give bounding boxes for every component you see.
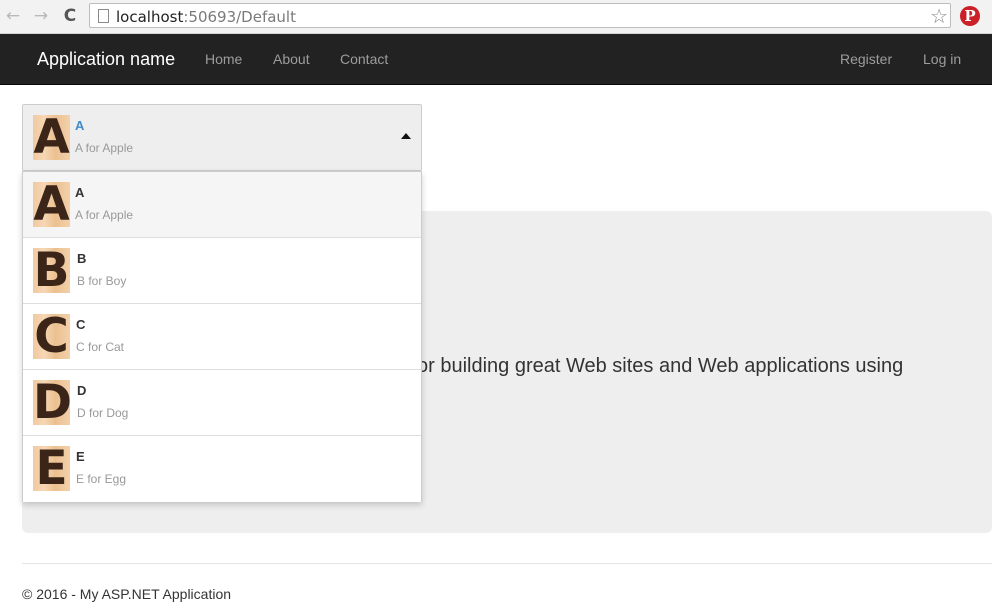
- jumbotron-lead-text: or building great Web sites and Web appl…: [417, 355, 904, 377]
- nav-link-register[interactable]: Register: [840, 51, 892, 67]
- bookmark-star-icon[interactable]: ☆: [930, 4, 948, 28]
- letter-tile-glyph: A: [33, 115, 70, 160]
- letter-tile-glyph: A: [33, 182, 70, 227]
- brand-link[interactable]: Application name: [37, 49, 175, 70]
- letter-tile-glyph: B: [33, 248, 70, 293]
- letter-tile-glyph: D: [33, 380, 70, 425]
- letter-tile-glyph: E: [35, 446, 68, 491]
- nav-link-login[interactable]: Log in: [923, 51, 961, 67]
- option-title: C: [76, 317, 86, 332]
- selected-option-title: A: [75, 118, 85, 133]
- option-subtitle: B for Boy: [77, 274, 127, 288]
- dropdown-option-d[interactable]: D D D for Dog: [23, 370, 421, 436]
- dropdown-option-e[interactable]: E E E for Egg: [23, 436, 421, 502]
- dropdown-option-c[interactable]: C C C for Cat: [23, 304, 421, 370]
- option-subtitle: A for Apple: [75, 208, 134, 222]
- url-host: localhost: [116, 8, 184, 26]
- letter-tile-image: D: [33, 380, 70, 425]
- letter-tile-image: E: [33, 446, 70, 491]
- letter-tile-image: B: [33, 248, 70, 293]
- option-subtitle: E for Egg: [76, 472, 127, 486]
- browser-toolbar: ← → C localhost:50693/Default ☆ P: [0, 0, 992, 34]
- reload-icon[interactable]: C: [60, 6, 80, 26]
- letter-tile-image: A: [33, 182, 70, 227]
- nav-link-about[interactable]: About: [273, 51, 310, 67]
- top-navbar: Application name Home About Contact Regi…: [0, 34, 992, 85]
- alphabet-select[interactable]: A A A for Apple: [22, 104, 422, 171]
- letter-tile-glyph: C: [34, 314, 69, 359]
- alphabet-dropdown-menu: A A A for Apple B B B for Boy C C C for …: [22, 171, 422, 502]
- option-title: E: [76, 449, 85, 464]
- page-icon: [98, 9, 109, 23]
- letter-tile-image: C: [33, 314, 70, 359]
- back-icon[interactable]: ←: [3, 6, 23, 26]
- option-subtitle: C for Cat: [76, 340, 125, 354]
- nav-link-home[interactable]: Home: [205, 51, 242, 67]
- option-title: B: [77, 251, 87, 266]
- address-bar[interactable]: localhost:50693/Default ☆: [89, 3, 951, 28]
- nav-link-contact[interactable]: Contact: [340, 51, 388, 67]
- dropdown-option-b[interactable]: B B B for Boy: [23, 238, 421, 304]
- forward-icon[interactable]: →: [31, 6, 51, 26]
- selected-option-subtitle: A for Apple: [75, 141, 134, 155]
- url-rest: :50693/Default: [183, 8, 296, 26]
- option-subtitle: D for Dog: [77, 406, 129, 420]
- letter-tile-image: A: [33, 115, 70, 160]
- option-title: D: [77, 383, 87, 398]
- dropdown-option-a[interactable]: A A A for Apple: [23, 172, 421, 238]
- footer-divider: [22, 563, 992, 564]
- caret-up-icon[interactable]: [401, 133, 411, 139]
- option-title: A: [75, 185, 85, 200]
- url-text[interactable]: localhost:50693/Default: [116, 8, 296, 26]
- footer-copyright: © 2016 - My ASP.NET Application: [22, 586, 232, 602]
- pinterest-icon[interactable]: P: [960, 6, 980, 26]
